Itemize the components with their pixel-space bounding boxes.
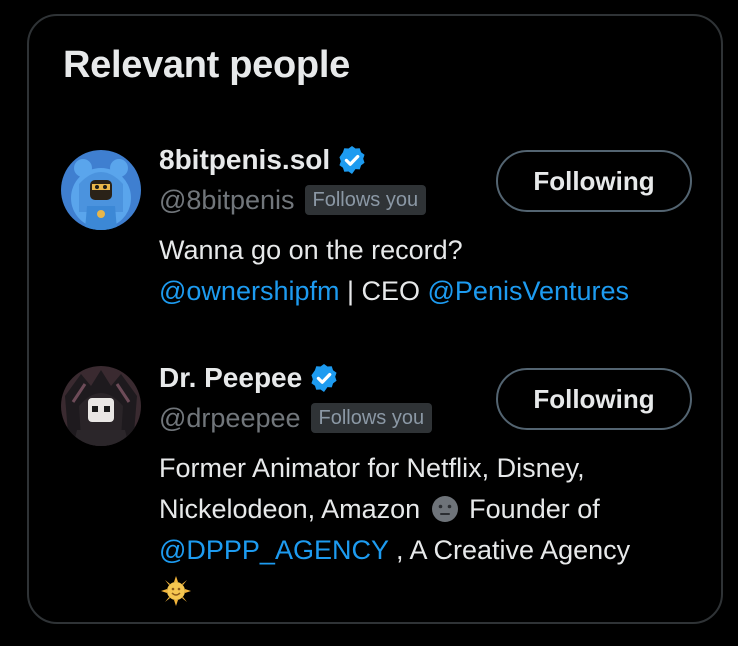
bio-text: Wanna go on the record? bbox=[159, 235, 463, 265]
section-title: Relevant people bbox=[63, 44, 350, 86]
handle[interactable]: @drpeepee bbox=[159, 403, 301, 434]
display-name[interactable]: 8bitpenis.sol bbox=[159, 144, 330, 176]
follows-you-badge: Follows you bbox=[304, 185, 427, 215]
person-row[interactable]: 8bitpenis.sol @8bitpenis Follows you Fol… bbox=[29, 140, 721, 310]
display-name[interactable]: Dr. Peepee bbox=[159, 362, 302, 394]
mention-link[interactable]: @ownershipfm bbox=[159, 276, 339, 306]
hooded-robot-avatar-icon bbox=[61, 366, 141, 446]
verified-badge-icon bbox=[339, 146, 365, 174]
following-button[interactable]: Following bbox=[496, 150, 692, 212]
bio-text: , A Creative Agency bbox=[388, 535, 631, 565]
neutral-face-emoji-icon bbox=[430, 494, 460, 524]
avatar[interactable] bbox=[61, 366, 141, 446]
bio: Wanna go on the record? @ownershipfm | C… bbox=[159, 230, 699, 312]
person-row[interactable]: Dr. Peepee @drpeepee Follows you Followi… bbox=[29, 358, 721, 608]
sun-with-face-emoji-icon bbox=[161, 575, 191, 606]
follows-you-badge: Follows you bbox=[310, 403, 433, 433]
mention-link[interactable]: @DPPP_AGENCY bbox=[159, 535, 389, 565]
mention-link[interactable]: @PenisVentures bbox=[428, 276, 630, 306]
bio: Former Animator for Netflix, Disney, Nic… bbox=[159, 448, 699, 612]
avatar[interactable] bbox=[61, 150, 141, 230]
verified-badge-icon bbox=[311, 364, 337, 392]
following-button[interactable]: Following bbox=[496, 368, 692, 430]
handle[interactable]: @8bitpenis bbox=[159, 185, 295, 216]
relevant-people-card: Relevant people 8bitpenis.sol @8bitpenis… bbox=[27, 14, 723, 624]
blue-bear-hooded-avatar-icon bbox=[61, 150, 141, 230]
bio-text: Founder of bbox=[461, 494, 600, 524]
bio-text: | CEO bbox=[339, 276, 428, 306]
